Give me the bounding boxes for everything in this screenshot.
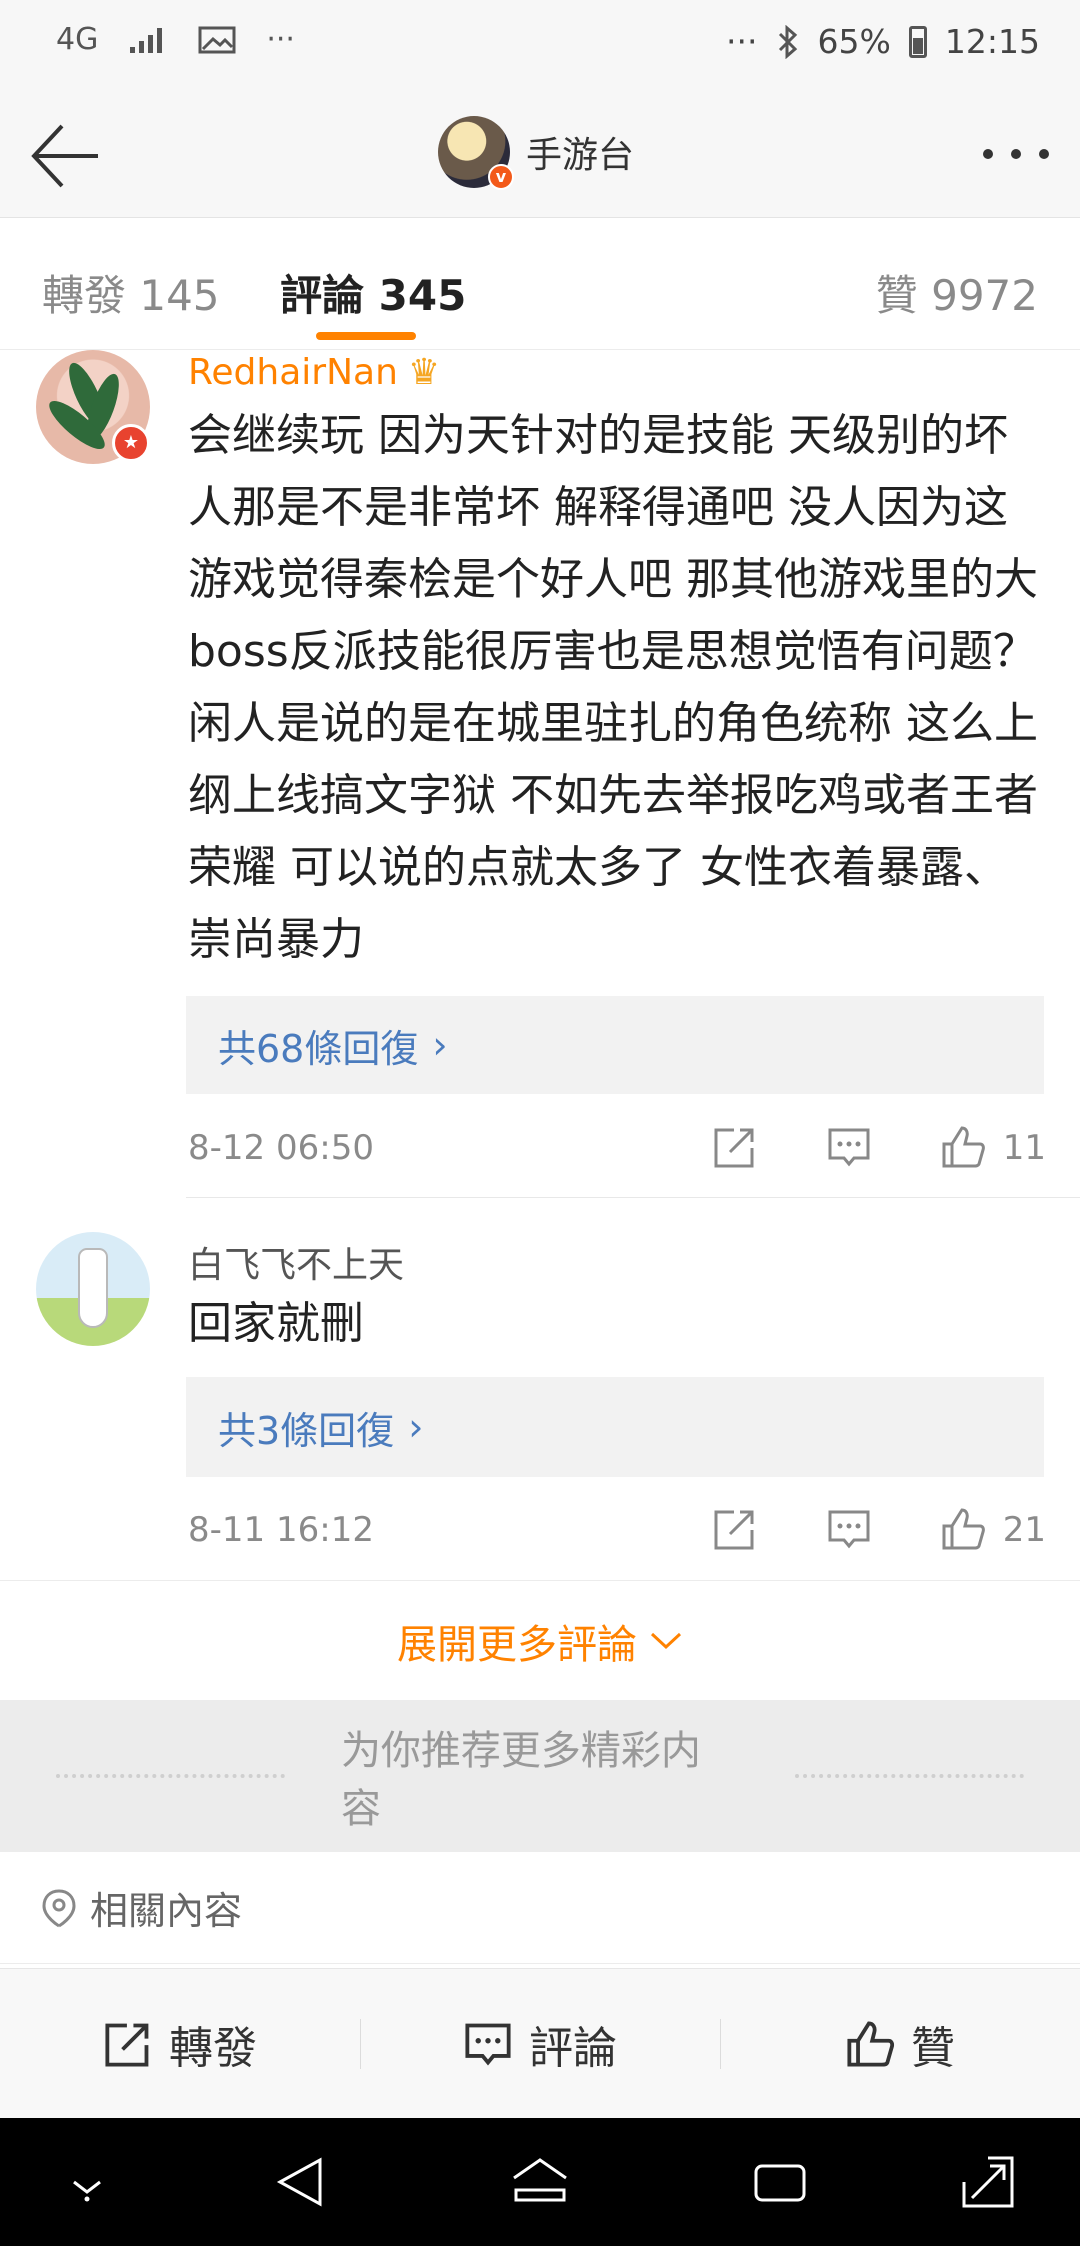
nav-dismiss-icon[interactable] [62, 2152, 112, 2212]
location-pin-icon [42, 1889, 76, 1927]
view-replies-button[interactable]: 共3條回復 › [186, 1377, 1044, 1477]
avatar[interactable] [36, 1232, 150, 1346]
comment-meta: 8-12 06:50 11 [188, 1124, 1048, 1174]
page-title: 手游台 [526, 135, 635, 176]
comment-text: 回家就刪 [188, 1298, 364, 1349]
share-icon[interactable] [712, 1506, 758, 1552]
like-icon[interactable] [940, 1124, 986, 1170]
comment-time: 8-12 06:50 [188, 1128, 374, 1168]
recommend-section: 为你推荐更多精彩内容 [0, 1700, 1080, 1852]
active-tab-indicator [316, 332, 416, 340]
like-count: 21 [1002, 1510, 1046, 1550]
crown-icon: ♛ [407, 352, 441, 393]
app-header: v 手游台 [0, 92, 1080, 218]
share-icon [105, 2023, 149, 2067]
chevron-right-icon: › [432, 1023, 448, 1067]
recommend-label: 为你推荐更多精彩内容 [340, 1728, 701, 1832]
comment-text: 会继续玩 因为天针对的是技能 天级别的坏人那是不是非常坏 解释得通吧 没人因为这… [188, 410, 1038, 965]
comment-icon [465, 2023, 511, 2065]
comment-time: 8-11 16:12 [188, 1510, 374, 1550]
bottom-action-bar: 轉發 評論 贊 [0, 1968, 1080, 2118]
nav-back-icon[interactable] [272, 2152, 328, 2212]
status-bar: 4G ··· ··· 65% 12:15 [0, 0, 1080, 92]
dotted-divider [56, 1774, 285, 1778]
member-badge-icon: ★ [112, 424, 150, 462]
back-arrow-icon[interactable] [28, 118, 104, 194]
comment-meta: 8-11 16:12 21 [188, 1506, 1048, 1556]
verified-badge-icon: v [488, 164, 514, 190]
chevron-down-icon [650, 1632, 682, 1649]
signal-icon [130, 27, 163, 53]
share-icon[interactable] [712, 1124, 758, 1170]
like-icon[interactable] [940, 1506, 986, 1552]
expand-more-comments-button[interactable]: 展開更多評論 [0, 1580, 1080, 1700]
comment-button[interactable]: 評論 [360, 1969, 720, 2118]
account-title[interactable]: v 手游台 [438, 116, 635, 190]
reply-comment-icon[interactable] [826, 1124, 872, 1170]
account-avatar[interactable]: v [438, 116, 514, 190]
related-content-link[interactable]: 相關內容 [0, 1852, 1080, 1964]
tab-comments[interactable]: 評論 345 [280, 262, 466, 323]
network-icon: 4G [56, 22, 99, 57]
reply-comment-icon[interactable] [826, 1506, 872, 1552]
tab-likes[interactable]: 贊 9972 [876, 262, 1038, 323]
image-icon [198, 26, 236, 53]
comment-username[interactable]: RedhairNan ♛ [188, 352, 440, 393]
tab-repost[interactable]: 轉發 145 [42, 262, 220, 323]
chevron-right-icon: › [408, 1405, 424, 1449]
like-count: 11 [1002, 1128, 1046, 1168]
nav-recents-icon[interactable] [750, 2152, 810, 2212]
system-nav-bar [0, 2118, 1080, 2246]
bluetooth-icon [778, 24, 797, 59]
view-replies-button[interactable]: 共68條回復 › [186, 996, 1044, 1094]
nav-expand-icon[interactable] [958, 2152, 1018, 2212]
repost-button[interactable]: 轉發 [0, 1969, 360, 2118]
battery-icon [908, 25, 927, 58]
tab-bar: 轉發 145 評論 345 贊 9972 [0, 218, 1080, 350]
divider [186, 1197, 1080, 1198]
dotted-divider [795, 1774, 1025, 1778]
clock: 12:15 [944, 22, 1040, 61]
more-status-icon: ··· [266, 22, 295, 57]
battery-percent: 65% [817, 22, 891, 61]
more-options-icon[interactable] [980, 142, 1052, 166]
like-icon [847, 2020, 895, 2067]
more-status-icon-right: ··· [726, 22, 758, 61]
like-button[interactable]: 贊 [720, 1969, 1080, 2118]
comment-username[interactable]: 白飞飞不上天 [188, 1236, 404, 1288]
nav-home-icon[interactable] [508, 2152, 572, 2212]
